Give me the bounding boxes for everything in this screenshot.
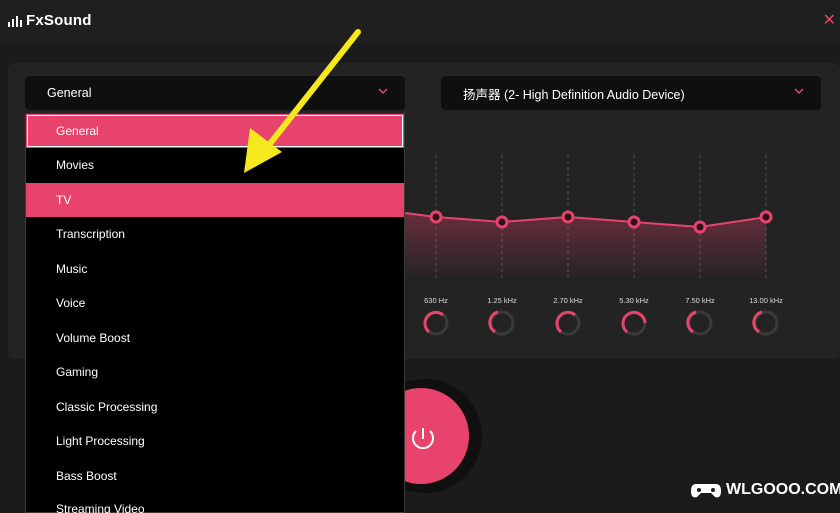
- gamepad-icon: [691, 484, 721, 498]
- watermark-text: WLGOOO.COM: [726, 481, 840, 498]
- watermark: WLGOOO.COM: [690, 480, 840, 500]
- annotation-arrow-icon: [244, 29, 361, 173]
